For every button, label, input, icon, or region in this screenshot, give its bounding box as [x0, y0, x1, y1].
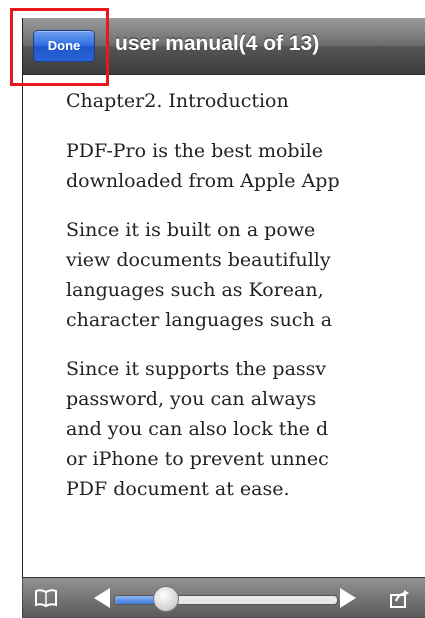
text-line: languages such as Korean,: [66, 279, 324, 301]
text-line: PDF document at ease.: [66, 478, 290, 500]
bottom-toolbar: [22, 577, 425, 618]
text-line: and you can also lock the d: [66, 418, 329, 440]
paragraph-2: Since it is built on a powe view documen…: [66, 215, 425, 335]
text-line: PDF-Pro is the best mobile: [66, 140, 323, 162]
text-line: password, you can always: [66, 388, 317, 410]
document-page-content: Chapter2. Introduction PDF-Pro is the be…: [66, 86, 425, 523]
text-line: character languages such a: [66, 309, 333, 331]
page-slider-thumb[interactable]: [153, 586, 179, 612]
text-line: Since it is built on a powe: [66, 219, 316, 241]
share-icon[interactable]: [389, 587, 411, 609]
paragraph-1: PDF-Pro is the best mobile downloaded fr…: [66, 136, 425, 196]
prev-page-icon[interactable]: [94, 588, 110, 608]
text-line: view documents beautifully: [66, 249, 331, 271]
text-line: or iPhone to prevent unnec: [66, 448, 329, 470]
device-frame: [0, 0, 22, 617]
next-page-icon[interactable]: [340, 588, 356, 608]
text-line: Since it supports the passv: [66, 358, 327, 380]
chapter-heading: Chapter2. Introduction: [66, 90, 289, 112]
paragraph-3: Since it supports the passv password, yo…: [66, 354, 425, 504]
document-title: user manual(4 of 13): [115, 32, 320, 55]
done-button[interactable]: Done: [33, 30, 95, 62]
text-line: downloaded from Apple App: [66, 170, 340, 192]
book-icon[interactable]: [34, 587, 58, 609]
page-slider[interactable]: [114, 595, 338, 605]
top-navigation-bar: Done user manual(4 of 13): [23, 18, 425, 75]
